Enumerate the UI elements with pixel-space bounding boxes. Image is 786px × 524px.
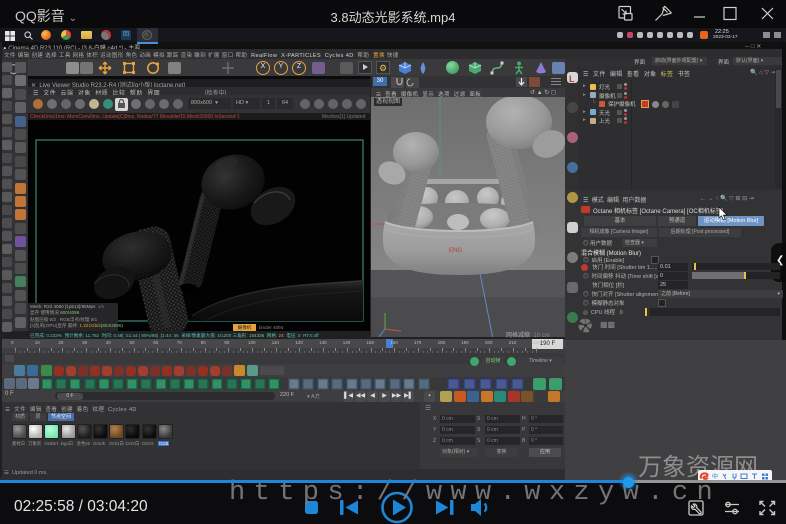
- svg-text:ENG: ENG: [449, 248, 462, 254]
